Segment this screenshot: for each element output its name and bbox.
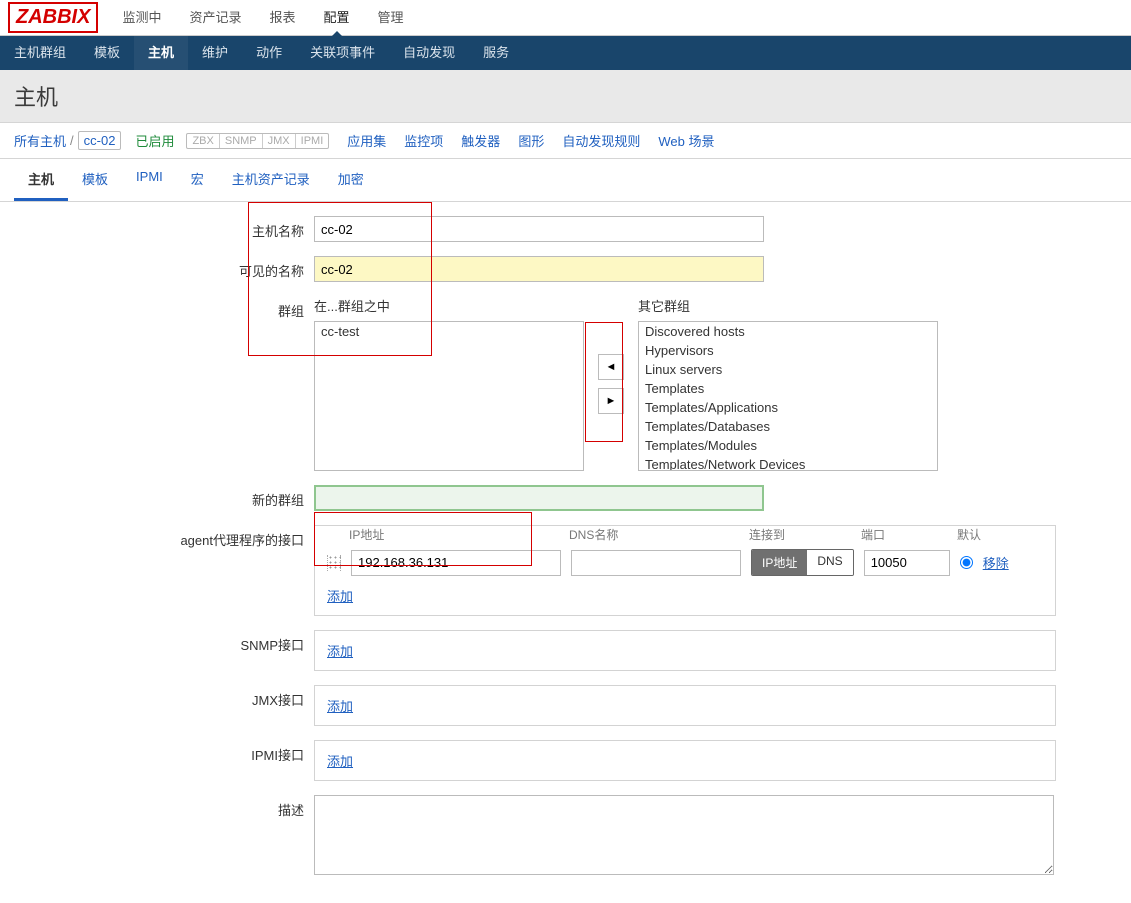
group-other-option[interactable]: Templates (639, 379, 937, 398)
subnav-templates[interactable]: 模板 (80, 36, 134, 70)
jmx-add-link[interactable]: 添加 (327, 699, 353, 714)
breadcrumb-host[interactable]: cc-02 (78, 131, 122, 150)
seg-ip[interactable]: IP地址 (752, 550, 807, 575)
desc-label: 描述 (14, 795, 314, 819)
tab-macros[interactable]: 宏 (177, 159, 218, 201)
jmx-label: JMX接口 (14, 685, 314, 709)
visiblename-label: 可见的名称 (14, 256, 314, 280)
ipmi-add-link[interactable]: 添加 (327, 754, 353, 769)
tab-ipmi[interactable]: IPMI (122, 159, 177, 201)
availability-badges: ZBX SNMP JMX IPMI (186, 133, 329, 149)
subnav-correlation[interactable]: 关联项事件 (296, 36, 389, 70)
subnav-actions[interactable]: 动作 (242, 36, 296, 70)
subnav-discovery[interactable]: 自动发现 (389, 36, 469, 70)
status-enabled: 已启用 (135, 131, 174, 150)
snmp-label: SNMP接口 (14, 630, 314, 654)
tab-encryption[interactable]: 加密 (324, 159, 378, 201)
link-discovery-rules[interactable]: 自动发现规则 (562, 131, 640, 150)
group-other-option[interactable]: Templates/Network Devices (639, 455, 937, 471)
groups-in-listbox[interactable]: cc-test (314, 321, 584, 471)
form-tabs: 主机 模板 IPMI 宏 主机资产记录 加密 (0, 159, 1131, 202)
page-title: 主机 (14, 80, 1117, 112)
topnav-configuration[interactable]: 配置 (310, 0, 364, 36)
breadcrumb-allhosts[interactable]: 所有主机 (14, 131, 66, 150)
tab-host[interactable]: 主机 (14, 159, 68, 201)
info-row: 所有主机 / cc-02 已启用 ZBX SNMP JMX IPMI 应用集 监… (0, 123, 1131, 159)
move-right-button[interactable]: ► (598, 388, 624, 414)
group-other-option[interactable]: Discovered hosts (639, 322, 937, 341)
iface-connect-header: 连接到 (749, 526, 861, 543)
hostname-label: 主机名称 (14, 216, 314, 240)
newgroup-input[interactable] (314, 485, 764, 511)
iface-remove-link[interactable]: 移除 (983, 553, 1009, 572)
subnav-maintenance[interactable]: 维护 (188, 36, 242, 70)
group-in-option[interactable]: cc-test (315, 322, 583, 341)
top-nav: ZABBIX 监测中 资产记录 报表 配置 管理 (0, 0, 1131, 36)
link-web-scenarios[interactable]: Web 场景 (658, 131, 714, 150)
agent-add-link[interactable]: 添加 (327, 589, 353, 604)
link-applications[interactable]: 应用集 (347, 131, 386, 150)
topnav-reports[interactable]: 报表 (255, 0, 309, 36)
groups-other-listbox[interactable]: Discovered hosts Hypervisors Linux serve… (638, 321, 938, 471)
group-other-option[interactable]: Linux servers (639, 360, 937, 379)
iface-port-header: 端口 (861, 526, 957, 543)
badge-zbx: ZBX (187, 134, 219, 148)
group-other-option[interactable]: Hypervisors (639, 341, 937, 360)
snmp-add-link[interactable]: 添加 (327, 644, 353, 659)
groups-other-header: 其它群组 (638, 296, 938, 315)
groups-in-header: 在...群组之中 (314, 296, 584, 315)
subnav-hostgroups[interactable]: 主机群组 (0, 36, 80, 70)
ipmi-label: IPMI接口 (14, 740, 314, 764)
group-other-option[interactable]: Templates/Databases (639, 417, 937, 436)
topnav-inventory[interactable]: 资产记录 (175, 0, 255, 36)
desc-textarea[interactable] (314, 795, 1054, 875)
tab-templates[interactable]: 模板 (68, 159, 122, 201)
badge-ipmi: IPMI (296, 134, 329, 148)
link-items[interactable]: 监控项 (404, 131, 443, 150)
tab-inventory[interactable]: 主机资产记录 (218, 159, 324, 201)
iface-dns-header: DNS名称 (569, 526, 749, 543)
breadcrumb-sep: / (70, 133, 74, 148)
iface-default-header: 默认 (957, 526, 981, 543)
group-other-option[interactable]: Templates/Applications (639, 398, 937, 417)
topnav-monitoring[interactable]: 监测中 (108, 0, 175, 36)
iface-dns-input[interactable] (571, 550, 741, 576)
agent-label: agent代理程序的接口 (14, 525, 314, 549)
iface-ip-input[interactable] (351, 550, 561, 576)
newgroup-label: 新的群组 (14, 485, 314, 509)
badge-snmp: SNMP (220, 134, 263, 148)
subnav-hosts[interactable]: 主机 (134, 36, 188, 70)
move-left-button[interactable]: ◄ (598, 354, 624, 380)
seg-dns[interactable]: DNS (807, 550, 852, 575)
group-other-option[interactable]: Templates/Modules (639, 436, 937, 455)
groups-label: 群组 (14, 296, 314, 320)
iface-default-radio[interactable] (960, 556, 973, 569)
iface-ip-header: IP地址 (349, 526, 569, 543)
visiblename-input[interactable] (314, 256, 764, 282)
drag-handle-icon[interactable] (327, 555, 341, 571)
sub-nav: 主机群组 模板 主机 维护 动作 关联项事件 自动发现 服务 (0, 36, 1131, 70)
link-triggers[interactable]: 触发器 (461, 131, 500, 150)
hostname-input[interactable] (314, 216, 764, 242)
connect-to-segment: IP地址 DNS (751, 549, 854, 576)
logo: ZABBIX (8, 2, 98, 33)
iface-port-input[interactable] (864, 550, 950, 576)
topnav-admin[interactable]: 管理 (364, 0, 418, 36)
page-header: 主机 (0, 70, 1131, 123)
badge-jmx: JMX (263, 134, 296, 148)
subnav-services[interactable]: 服务 (469, 36, 523, 70)
link-graphs[interactable]: 图形 (518, 131, 544, 150)
